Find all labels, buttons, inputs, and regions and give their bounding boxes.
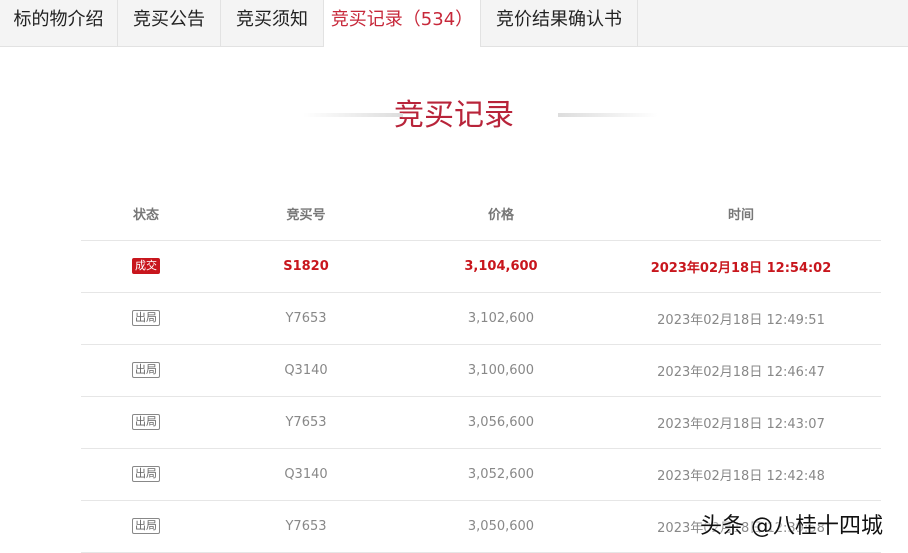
price-cell: 3,052,600 — [401, 448, 601, 501]
table-row: 出局 Y7653 3,102,600 2023年02月18日 12:49:51 — [81, 292, 881, 345]
bidder-cell: S1820 — [211, 240, 401, 293]
section-title: 竞买记录 — [394, 98, 514, 133]
section-header: 竞买记录 — [0, 90, 908, 134]
table-header: 状态 竞买号 价格 时间 — [81, 188, 881, 241]
bidder-cell: Y7653 — [211, 500, 401, 553]
divider-right — [558, 113, 658, 117]
price-cell: 3,100,600 — [401, 344, 601, 397]
header-status: 状态 — [81, 188, 211, 241]
status-badge: 出局 — [132, 518, 160, 534]
status-badge: 出局 — [132, 362, 160, 378]
tab-bar: 标的物介绍 竞买公告 竞买须知 竞买记录（534） 竞价结果确认书 — [0, 0, 908, 47]
status-cell: 出局 — [81, 448, 211, 501]
bidder-cell: Q3140 — [211, 448, 401, 501]
bidder-cell: Y7653 — [211, 396, 401, 449]
status-cell: 出局 — [81, 500, 211, 553]
status-badge: 出局 — [132, 414, 160, 430]
time-cell: 2023年02月18日 12:43:07 — [601, 396, 881, 449]
price-cell: 3,056,600 — [401, 396, 601, 449]
table-row: 出局 Q3140 3,052,600 2023年02月18日 12:42:48 — [81, 448, 881, 501]
time-cell: 2023年02月18日 12:49:51 — [601, 292, 881, 345]
status-badge: 出局 — [132, 466, 160, 482]
status-cell: 出局 — [81, 396, 211, 449]
tab-result-confirmation[interactable]: 竞价结果确认书 — [481, 0, 638, 46]
status-cell: 出局 — [81, 292, 211, 345]
header-bidder: 竞买号 — [211, 188, 401, 241]
price-cell: 3,104,600 — [401, 240, 601, 293]
status-cell: 出局 — [81, 344, 211, 397]
tab-bid-records[interactable]: 竞买记录（534） — [324, 0, 481, 47]
tab-announcement[interactable]: 竞买公告 — [118, 0, 221, 46]
table-row: 成交 S1820 3,104,600 2023年02月18日 12:54:02 — [81, 240, 881, 293]
status-cell: 成交 — [81, 240, 211, 293]
time-cell: 2023年02月18日 12:42:48 — [601, 448, 881, 501]
bidder-cell: Y7653 — [211, 292, 401, 345]
watermark: 头条 @八桂十四城 — [700, 514, 883, 539]
time-cell: 2023年02月18日 12:46:47 — [601, 344, 881, 397]
time-cell: 2023年02月18日 12:54:02 — [601, 240, 881, 293]
bid-records-table: 状态 竞买号 价格 时间 成交 S1820 3,104,600 2023年02月… — [81, 188, 881, 553]
tab-item-intro[interactable]: 标的物介绍 — [0, 0, 118, 46]
table-row: 出局 Q3140 3,100,600 2023年02月18日 12:46:47 — [81, 344, 881, 397]
price-cell: 3,050,600 — [401, 500, 601, 553]
header-price: 价格 — [401, 188, 601, 241]
status-badge: 成交 — [132, 258, 160, 274]
divider-left — [303, 113, 403, 117]
status-badge: 出局 — [132, 310, 160, 326]
price-cell: 3,102,600 — [401, 292, 601, 345]
tab-notice[interactable]: 竞买须知 — [221, 0, 324, 46]
header-time: 时间 — [601, 188, 881, 241]
bidder-cell: Q3140 — [211, 344, 401, 397]
table-row: 出局 Y7653 3,056,600 2023年02月18日 12:43:07 — [81, 396, 881, 449]
